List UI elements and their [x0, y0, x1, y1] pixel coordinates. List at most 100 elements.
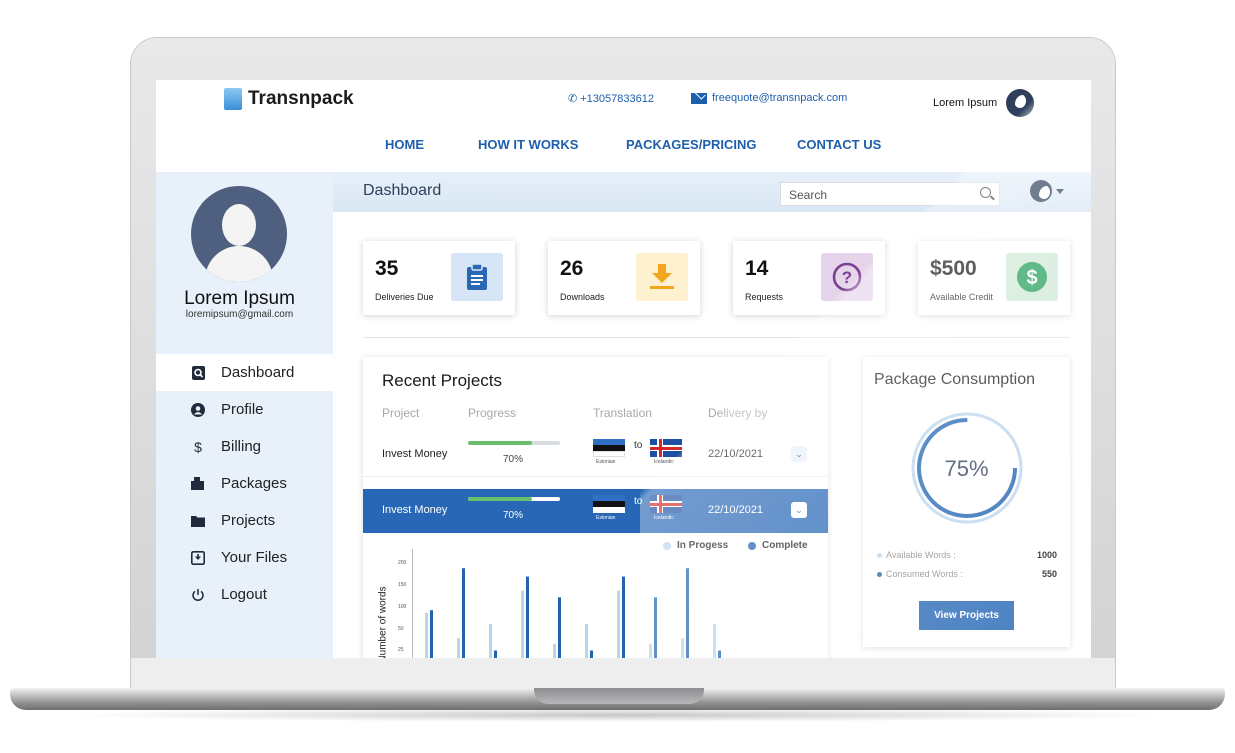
sidebar-item-projects[interactable]: Projects	[156, 502, 333, 539]
stat-card-deliveries[interactable]: 35 Deliveries Due	[363, 241, 515, 315]
sidebar-item-your-files[interactable]: Your Files	[156, 539, 333, 576]
y-tick: 100	[398, 604, 407, 610]
svg-text:?: ?	[842, 268, 852, 287]
sidebar-item-billing[interactable]: $ Billing	[156, 428, 333, 465]
source-language: Estonian	[596, 459, 616, 465]
user-menu-top[interactable]: Lorem Ipsum	[933, 89, 1035, 117]
column-header-translation: Translation	[593, 406, 652, 420]
y-axis-label: Number of words	[377, 586, 389, 658]
bar-in-progress	[617, 590, 620, 658]
folder-icon	[191, 514, 205, 528]
sidebar-item-packages[interactable]: Packages	[156, 465, 333, 502]
sidebar-item-label: Dashboard	[221, 364, 295, 381]
y-tick: 50	[398, 626, 404, 632]
screen: Transnpack ✆ +13057833612 freequote@tran…	[156, 80, 1091, 658]
target-language: Icelandic	[654, 459, 674, 465]
bar-in-progress	[649, 643, 652, 658]
stat-value: 26	[560, 257, 584, 280]
progress-bar	[468, 497, 560, 501]
stat-label: Requests	[745, 292, 784, 302]
avatar-head	[222, 204, 256, 246]
laptop-chin	[131, 658, 1115, 690]
mail-icon	[691, 92, 707, 104]
progress-bar	[468, 441, 560, 445]
profile-email: loremipsum@gmail.com	[185, 309, 294, 320]
consumed-words-row: Consumed Words : 550	[877, 569, 1057, 579]
bar-in-progress	[489, 624, 492, 658]
table-row[interactable]: Invest Money 70% Estonian to Icelandic 2…	[363, 433, 828, 477]
package-icon	[191, 477, 205, 491]
laptop-notch	[534, 688, 704, 704]
phone-number: +13057833612	[580, 92, 654, 105]
dollar-icon: $	[194, 438, 202, 455]
bar-in-progress	[425, 613, 428, 658]
progress-fill	[468, 497, 533, 501]
divider	[363, 337, 1070, 338]
stat-label: Available Credit	[930, 292, 993, 302]
email-contact[interactable]: freequote@transnpack.com	[691, 92, 847, 104]
stat-label: Downloads	[560, 292, 605, 302]
bar-in-progress	[681, 638, 684, 658]
top-header: Transnpack ✆ +13057833612 freequote@tran…	[156, 80, 1091, 120]
dollar-circle-icon: $	[1006, 253, 1058, 301]
chevron-down-icon[interactable]: ⌄	[791, 502, 807, 518]
progress-fill	[468, 441, 533, 445]
bar-in-progress	[553, 643, 556, 658]
view-projects-button[interactable]: View Projects	[919, 601, 1014, 630]
sidebar-item-label: Packages	[221, 475, 287, 492]
question-icon: ?	[821, 253, 873, 301]
nav-home[interactable]: HOME	[385, 137, 424, 152]
column-header-progress: Progress	[468, 406, 517, 420]
brand-name: Transnpack	[248, 88, 354, 109]
y-tick: 150	[398, 582, 407, 588]
bar-in-progress	[713, 624, 716, 658]
panel-title: Recent Projects	[382, 371, 502, 390]
search-icon[interactable]	[980, 187, 991, 198]
svg-text:$: $	[1026, 267, 1037, 289]
y-tick: 25	[398, 647, 404, 653]
progress-label: 70%	[503, 454, 524, 465]
project-name: Invest Money	[382, 448, 448, 460]
sidebar-item-logout[interactable]: Logout	[156, 576, 333, 613]
brand-logo[interactable]: Transnpack	[224, 88, 354, 110]
bar-complete	[526, 576, 529, 658]
nav-how-it-works[interactable]: HOW IT WORKS	[478, 137, 578, 152]
to-label: to	[634, 496, 643, 507]
page-title: Dashboard	[363, 182, 442, 199]
table-row-selected[interactable]: Invest Money 70% Estonian to Icelandic 2…	[363, 489, 828, 533]
power-icon	[191, 588, 205, 602]
sidebar-item-profile[interactable]: Profile	[156, 391, 333, 428]
nav-packages-pricing[interactable]: PACKAGES/PRICING	[626, 137, 757, 152]
sidebar-item-label: Profile	[221, 401, 264, 418]
project-name: Invest Money	[382, 504, 448, 516]
nav-contact-us[interactable]: CONTACT US	[797, 137, 881, 152]
stat-card-requests[interactable]: 14 Requests ?	[733, 241, 885, 315]
user-dropdown[interactable]	[1030, 180, 1064, 202]
words-bar-chart	[425, 568, 721, 658]
phone-contact[interactable]: ✆ +13057833612	[568, 92, 654, 106]
search-input[interactable]: Search	[780, 182, 1000, 206]
profile-name: Lorem Ipsum	[184, 288, 295, 309]
delivery-date: 22/10/2021	[708, 504, 764, 516]
sidebar-item-dashboard[interactable]: Dashboard	[156, 354, 333, 391]
stat-card-downloads[interactable]: 26 Downloads	[548, 241, 700, 315]
logo-icon	[224, 88, 242, 110]
profile-avatar	[191, 186, 287, 282]
download-icon	[636, 253, 688, 301]
bar-complete	[558, 597, 561, 658]
phone-icon: ✆	[568, 93, 578, 105]
consumption-percent: 75%	[944, 456, 989, 481]
estonia-flag-icon	[593, 495, 625, 513]
iceland-flag-icon	[650, 495, 682, 513]
package-consumption-panel: Package Consumption 75% Available Words …	[863, 357, 1070, 647]
email-address: freequote@transnpack.com	[712, 92, 848, 104]
panel-title: Package Consumption	[874, 371, 1035, 388]
stat-card-credit[interactable]: $500 Available Credit $	[918, 241, 1070, 315]
consumed-words-label: Consumed Words :	[886, 569, 963, 579]
bar-in-progress	[585, 624, 588, 658]
legend-dot	[877, 552, 882, 558]
user-name-top: Lorem Ipsum	[933, 97, 998, 109]
bar-complete	[494, 650, 497, 658]
chevron-down-icon[interactable]: ⌄	[791, 446, 807, 462]
available-words-value: 1000	[1036, 550, 1057, 560]
